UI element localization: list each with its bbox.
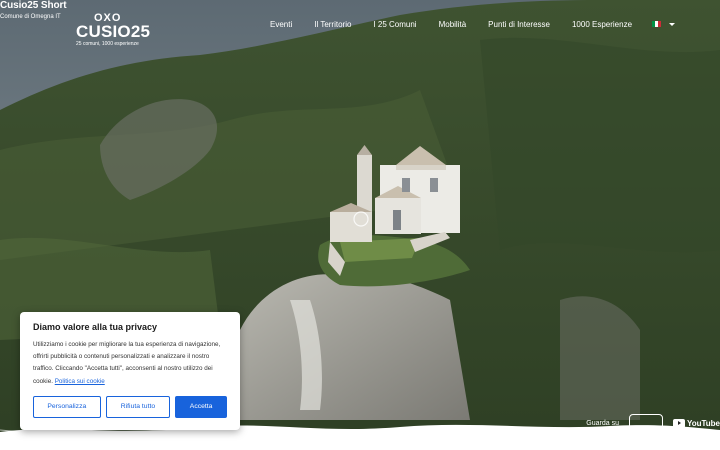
video-title-block: Cusio25 Short Comune di Omegna IT: [0, 0, 67, 21]
site-logo[interactable]: OXO CUSIO25 25 comuni, 1000 esperienze: [76, 12, 156, 47]
youtube-overlay-button[interactable]: [628, 414, 663, 432]
chevron-down-icon: [669, 22, 676, 26]
logo-name: CUSIO25: [76, 22, 151, 41]
language-switcher[interactable]: [652, 21, 676, 27]
nav-item-territorio[interactable]: Il Territorio: [314, 20, 351, 29]
main-navigation: Eventi Il Territorio I 25 Comuni Mobilit…: [270, 18, 676, 30]
nav-item-esperienze[interactable]: 1000 Esperienze: [572, 20, 632, 29]
video-channel-name[interactable]: Comune di Omegna IT: [0, 13, 67, 21]
youtube-brand-text: YouTube: [686, 418, 720, 428]
youtube-logo[interactable]: YouTube: [672, 418, 720, 428]
cookie-banner-text: Utilizziamo i cookie per migliorare la t…: [33, 339, 227, 388]
cookie-policy-link[interactable]: Politica sui cookie: [55, 378, 105, 385]
nav-item-eventi[interactable]: Eventi: [270, 20, 292, 29]
reject-all-button[interactable]: Rifiuta tutto: [105, 395, 171, 418]
logo-tagline: 25 comuni, 1000 esperienze: [76, 41, 139, 47]
cookie-button-row: Personalizza Rifiuta tutto Accetta: [33, 395, 227, 418]
customize-button[interactable]: Personalizza: [33, 395, 101, 418]
youtube-controls: Guarda su YouTube: [586, 414, 720, 432]
nav-item-punti-interesse[interactable]: Punti di Interesse: [488, 20, 550, 29]
video-title[interactable]: Cusio25 Short: [0, 0, 67, 12]
accept-button[interactable]: Accetta: [175, 395, 227, 418]
watch-on-youtube-label[interactable]: Guarda su: [586, 420, 619, 427]
italian-flag-icon: [652, 21, 662, 27]
nav-item-comuni[interactable]: I 25 Comuni: [373, 20, 416, 29]
cookie-banner-title: Diamo valore alla tua privacy: [33, 322, 158, 332]
nav-item-mobilita[interactable]: Mobilità: [439, 20, 467, 29]
cookie-consent-banner: Diamo valore alla tua privacy Utilizziam…: [20, 312, 240, 430]
youtube-play-icon: [672, 418, 685, 428]
